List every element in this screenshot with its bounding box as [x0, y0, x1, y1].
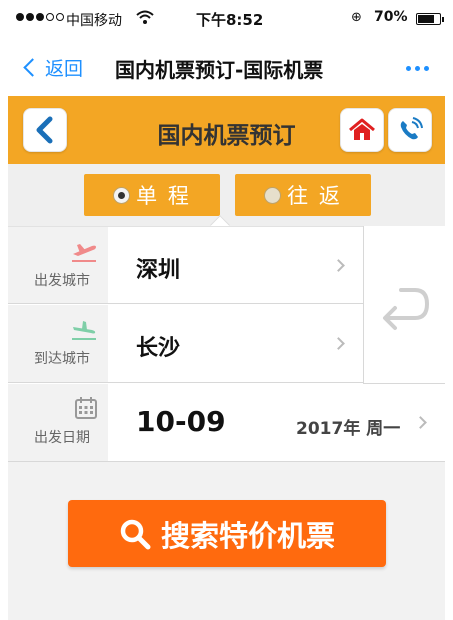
chevron-right-icon — [332, 337, 345, 350]
date-year-weekday: 2017年 周一 — [296, 419, 401, 439]
nav-bar: 返回 国内机票预订-国际机票 — [8, 40, 445, 96]
roundtrip-option[interactable]: 往 返 — [235, 174, 371, 216]
wifi-icon — [136, 10, 154, 24]
date-label: 出发日期 — [34, 430, 90, 446]
trip-type-toggle: 单 程 往 返 — [8, 164, 445, 226]
rotation-lock-icon: ⊕ — [351, 10, 362, 25]
calendar-icon — [75, 397, 97, 419]
more-icon — [406, 66, 411, 71]
carrier-name: 中国移动 — [66, 13, 122, 29]
chevron-right-icon — [414, 416, 427, 429]
home-icon — [349, 118, 375, 140]
swap-cities-button[interactable] — [363, 226, 445, 384]
status-time: 下午8:52 — [196, 11, 264, 29]
departure-city-row[interactable]: 出发城市 深圳 — [8, 226, 363, 304]
departure-date: 10-09 — [136, 405, 226, 438]
oneway-label: 单 程 — [136, 184, 191, 208]
roundtrip-label: 往 返 — [287, 184, 342, 208]
search-flights-button[interactable]: 搜索特价机票 — [68, 500, 386, 567]
status-bar: 中国移动 下午8:52 ⊕ 70% — [8, 0, 445, 40]
arrival-label: 到达城市 — [34, 351, 90, 367]
page-title: 国内机票预订-国际机票 — [115, 58, 324, 82]
arrival-city: 长沙 — [136, 336, 181, 361]
radio-checked-icon — [113, 186, 131, 204]
chevron-left-icon — [23, 58, 42, 77]
departure-label: 出发城市 — [34, 273, 90, 289]
search-area: 搜索特价机票 — [8, 462, 445, 620]
arrival-city-row[interactable]: 到达城市 长沙 — [8, 305, 363, 383]
search-icon — [120, 519, 151, 549]
departure-date-row[interactable]: 出发日期 10-09 2017年 周一 — [8, 384, 445, 462]
app-header: 国内机票预订 — [8, 96, 445, 164]
search-button-label: 搜索特价机票 — [160, 518, 335, 553]
airplane-landing-icon — [72, 321, 96, 340]
oneway-option[interactable]: 单 程 — [84, 174, 220, 216]
nav-back-button[interactable]: 返回 — [22, 54, 83, 81]
nav-back-label: 返回 — [45, 58, 84, 80]
chevron-right-icon — [332, 259, 345, 272]
phone-icon — [400, 117, 423, 140]
swap-icon — [383, 288, 430, 330]
battery-icon — [416, 13, 444, 25]
radio-unchecked-icon — [264, 186, 282, 204]
phone-button[interactable] — [388, 108, 432, 152]
signal-strength-icon — [16, 13, 64, 21]
home-button[interactable] — [340, 108, 384, 152]
departure-city: 深圳 — [136, 258, 181, 283]
more-options-button[interactable] — [406, 66, 429, 71]
airplane-takeoff-icon — [72, 244, 96, 262]
battery-percent: 70% — [374, 9, 408, 25]
